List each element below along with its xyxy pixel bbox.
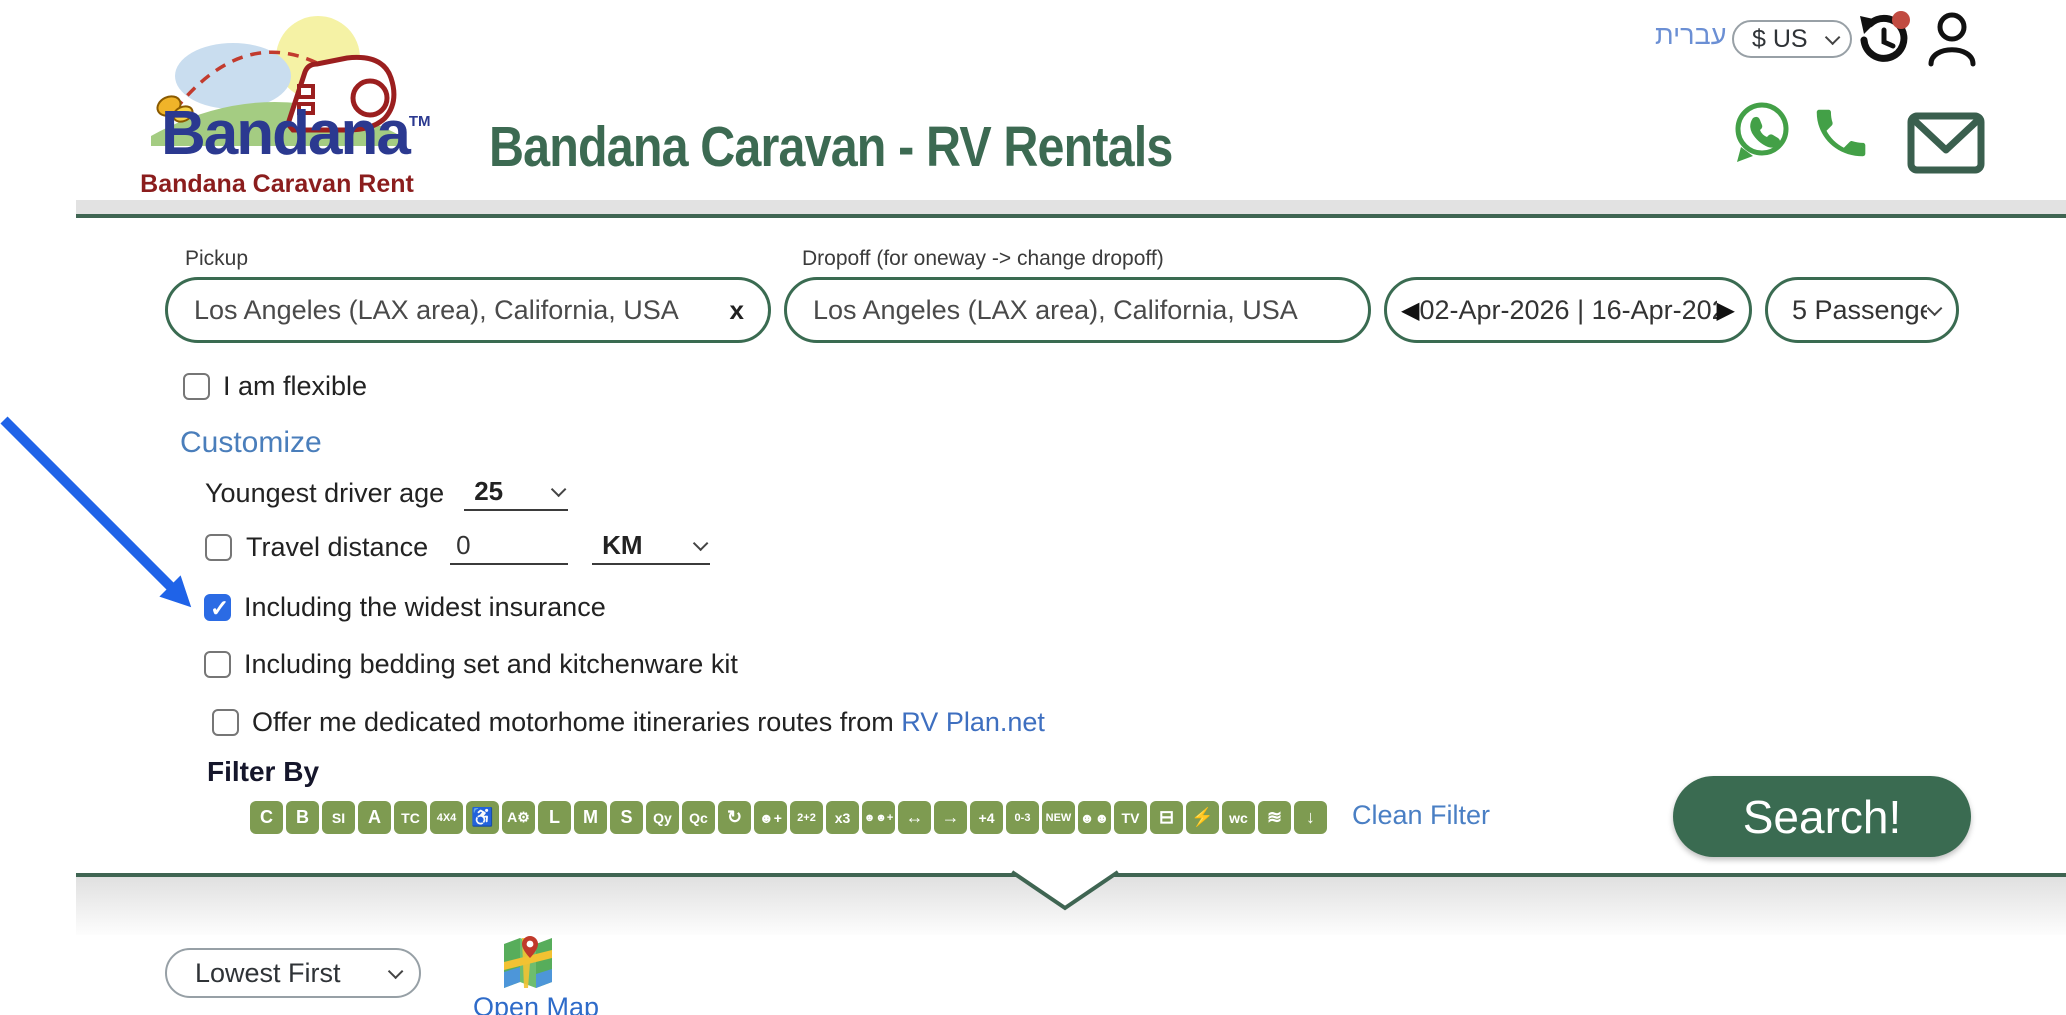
bedding-kit-label: Including bedding set and kitchenware ki… bbox=[244, 649, 738, 680]
driver-age-select[interactable]: 25 bbox=[464, 476, 568, 511]
distance-unit-value: KM bbox=[602, 530, 693, 561]
currency-value: $ US bbox=[1752, 25, 1825, 54]
logo-caption: Bandana Caravan Rent bbox=[139, 170, 415, 199]
extra-driver-filter-icon[interactable]: ☻+ bbox=[754, 801, 787, 834]
notification-badge bbox=[1892, 11, 1910, 29]
pickup-value: Los Angeles (LAX area), California, USA bbox=[194, 295, 730, 326]
insurance-checkbox[interactable] bbox=[204, 594, 231, 621]
itineraries-checkbox[interactable] bbox=[212, 709, 239, 736]
wc-filter-icon[interactable]: wc bbox=[1222, 801, 1255, 834]
bed-width-filter-icon[interactable]: ↔ bbox=[898, 801, 931, 834]
account-icon[interactable] bbox=[1926, 12, 1978, 68]
passengers-value: 5 Passengers bbox=[1792, 295, 1927, 326]
circular-route-filter-icon[interactable]: ↻ bbox=[718, 801, 751, 834]
plus4-berths-filter-icon[interactable]: +4 bbox=[970, 801, 1003, 834]
divider-notch-icon bbox=[0, 860, 2066, 920]
itineraries-label: Offer me dedicated motorhome itineraries… bbox=[252, 707, 1045, 738]
class-b-filter-icon[interactable]: B bbox=[286, 801, 319, 834]
flexible-checkbox[interactable] bbox=[183, 373, 210, 400]
large-rv-filter-icon[interactable]: L bbox=[538, 801, 571, 834]
flexible-label: I am flexible bbox=[223, 371, 367, 402]
filter-by-title: Filter By bbox=[207, 756, 319, 788]
semi-integrated-filter-icon[interactable]: SI bbox=[322, 801, 355, 834]
map-icon bbox=[502, 936, 554, 988]
customize-link[interactable]: Customize bbox=[180, 426, 322, 460]
clear-pickup-button[interactable]: x bbox=[730, 295, 744, 326]
clean-filter-link[interactable]: Clean Filter bbox=[1352, 800, 1490, 831]
wheelchair-accessible-filter-icon[interactable]: ♿ bbox=[466, 801, 499, 834]
driver-age-value: 25 bbox=[474, 476, 551, 507]
language-link-hebrew[interactable]: עברית bbox=[1655, 20, 1726, 51]
oneway-rv-filter-icon[interactable]: → bbox=[934, 801, 967, 834]
date-range-picker[interactable]: ◀ 02-Apr-2026 | 16-Apr-2026 ▶ bbox=[1384, 277, 1752, 343]
open-map-label: Open Map bbox=[473, 992, 583, 1015]
sort-order-value: Lowest First bbox=[195, 958, 388, 989]
travel-distance-input[interactable]: 0 bbox=[450, 530, 568, 565]
chevron-down-icon bbox=[1825, 29, 1841, 45]
class-a-filter-icon[interactable]: A bbox=[358, 801, 391, 834]
sort-order-select[interactable]: Lowest First bbox=[165, 948, 421, 998]
seats-2plus2-filter-icon[interactable]: 2+2 bbox=[790, 801, 823, 834]
site-logo[interactable]: BandanaTM Bandana Caravan Rent bbox=[133, 6, 418, 202]
ages-0-3-filter-icon[interactable]: 0-3 bbox=[1006, 801, 1039, 834]
rv-dropoff-filter-icon[interactable]: ↓ bbox=[1294, 801, 1327, 834]
header-divider bbox=[76, 200, 2066, 218]
page-title: Bandana Caravan - RV Rentals bbox=[489, 114, 1172, 180]
chevron-down-icon bbox=[388, 963, 404, 979]
date-range-value: 02-Apr-2026 | 16-Apr-2026 bbox=[1419, 295, 1716, 326]
quality-y-filter-icon[interactable]: Qy bbox=[646, 801, 679, 834]
insurance-label: Including the widest insurance bbox=[244, 592, 606, 623]
pickup-input[interactable]: Los Angeles (LAX area), California, USA … bbox=[165, 277, 771, 343]
logo-brand-text: BandanaTM bbox=[161, 98, 431, 169]
dropoff-value: Los Angeles (LAX area), California, USA bbox=[813, 295, 1344, 326]
travel-distance-checkbox[interactable] bbox=[205, 534, 232, 561]
x3-filter-icon[interactable]: x3 bbox=[826, 801, 859, 834]
chevron-down-icon bbox=[1927, 300, 1943, 316]
class-c-filter-icon[interactable]: C bbox=[250, 801, 283, 834]
email-icon[interactable] bbox=[1906, 110, 1986, 176]
rv-plan-link[interactable]: RV Plan.net bbox=[901, 707, 1045, 737]
quality-c-filter-icon[interactable]: Qc bbox=[682, 801, 715, 834]
4x4-filter-icon[interactable]: 4X4 bbox=[430, 801, 463, 834]
driver-age-label: Youngest driver age bbox=[205, 478, 444, 509]
phone-icon[interactable] bbox=[1809, 102, 1871, 164]
pickup-label: Pickup bbox=[185, 247, 248, 271]
couple-filter-icon[interactable]: ☻☻ bbox=[1078, 801, 1111, 834]
logo-tm: TM bbox=[409, 113, 431, 130]
medium-rv-filter-icon[interactable]: M bbox=[574, 801, 607, 834]
chevron-down-icon bbox=[551, 482, 567, 498]
power-filter-icon[interactable]: ⚡ bbox=[1186, 801, 1219, 834]
passengers-select[interactable]: 5 Passengers bbox=[1765, 277, 1959, 343]
shower-filter-icon[interactable]: ≋ bbox=[1258, 801, 1291, 834]
travel-distance-label: Travel distance bbox=[246, 532, 428, 563]
bed-filter-icon[interactable]: ⊟ bbox=[1150, 801, 1183, 834]
truck-camper-filter-icon[interactable]: TC bbox=[394, 801, 427, 834]
history-icon[interactable] bbox=[1856, 10, 1910, 66]
tv-filter-icon[interactable]: TV bbox=[1114, 801, 1147, 834]
search-button[interactable]: Search! bbox=[1673, 776, 1971, 857]
new-rv-filter-icon[interactable]: NEW bbox=[1042, 801, 1075, 834]
prev-dates-arrow-icon[interactable]: ◀ bbox=[1401, 296, 1419, 325]
whatsapp-icon[interactable] bbox=[1729, 100, 1793, 166]
bedding-kit-checkbox[interactable] bbox=[204, 651, 231, 678]
dropoff-label: Dropoff (for oneway -> change dropoff) bbox=[802, 247, 1164, 271]
small-rv-filter-icon[interactable]: S bbox=[610, 801, 643, 834]
dropoff-input[interactable]: Los Angeles (LAX area), California, USA bbox=[784, 277, 1371, 343]
currency-select[interactable]: $ US bbox=[1732, 20, 1852, 58]
open-map-button[interactable]: Open Map bbox=[473, 936, 583, 1015]
automatic-transmission-filter-icon[interactable]: A⚙ bbox=[502, 801, 535, 834]
filter-icons-row: CBSIATC4X4♿A⚙LMSQyQc↻☻+2+2x3☻☻+↔→+40-3NE… bbox=[250, 801, 1327, 834]
family-plus-filter-icon[interactable]: ☻☻+ bbox=[862, 801, 895, 834]
next-dates-arrow-icon[interactable]: ▶ bbox=[1717, 296, 1735, 325]
page: BandanaTM Bandana Caravan Rent Bandana C… bbox=[0, 0, 2066, 1015]
chevron-down-icon bbox=[693, 536, 709, 552]
distance-unit-select[interactable]: KM bbox=[592, 530, 710, 565]
